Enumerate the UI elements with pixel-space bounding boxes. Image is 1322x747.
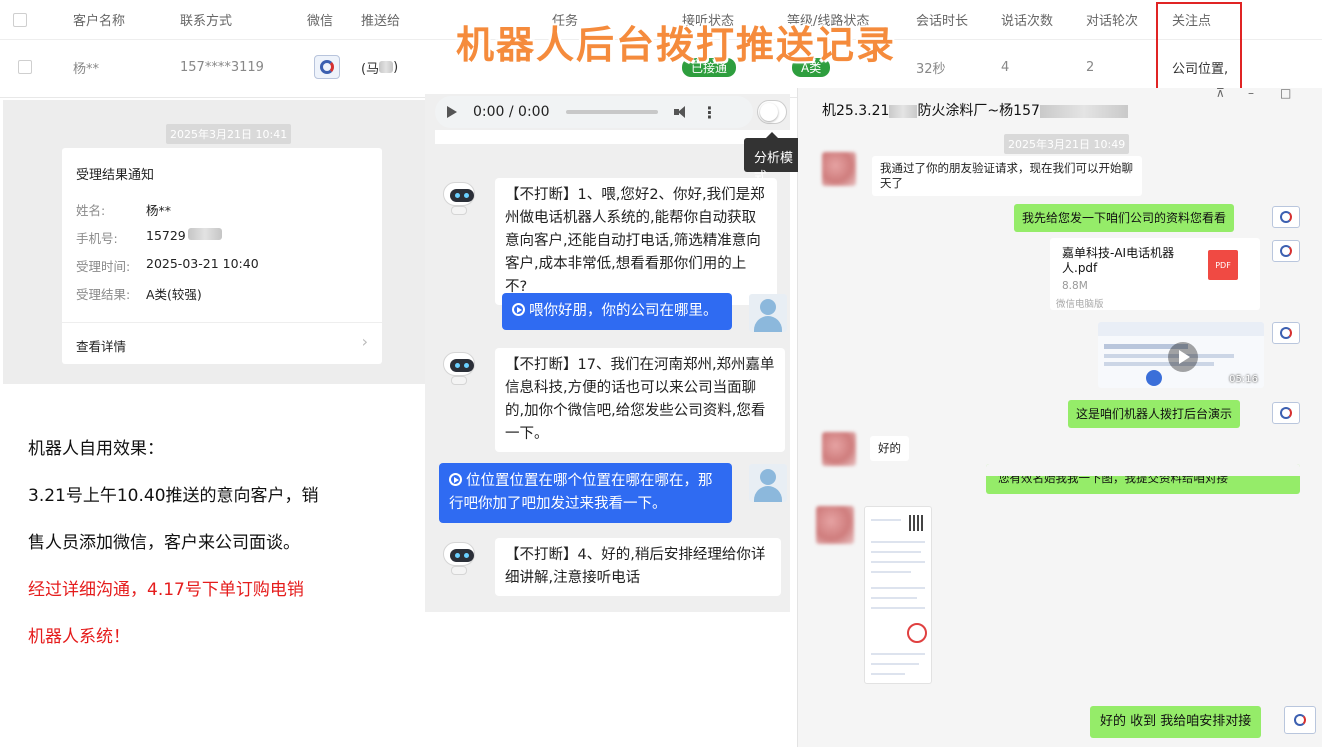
notification-timestamp: 2025年3月21日 10:41 <box>166 124 292 144</box>
audio-player[interactable]: 0:00 / 0:00 ⋮ <box>435 96 753 128</box>
document-image-message[interactable] <box>864 506 932 684</box>
minimize-icon[interactable]: – <box>1248 86 1254 100</box>
notification-panel: 2025年3月21日 10:41 受理结果通知 姓名: 杨** 手机号: 15729… <box>3 100 425 384</box>
play-icon[interactable] <box>447 106 457 118</box>
outgoing-message-2: 这是咱们机器人拨打后台演示 <box>1068 400 1241 428</box>
select-all-checkbox[interactable] <box>13 0 27 39</box>
analysis-mode-tooltip: 分析模式 <box>744 132 798 185</box>
pin-icon[interactable]: ⊼ <box>1216 86 1225 100</box>
user-message-2[interactable]: 位位置位置在哪个位置在哪在哪在，那行吧你加了吧加发过来我看一下。 <box>439 463 732 523</box>
play-voice-icon[interactable] <box>449 473 462 486</box>
robot-avatar-icon <box>441 180 477 216</box>
contact-avatar[interactable] <box>822 152 856 186</box>
col-push-to[interactable]: 推送给 <box>361 0 400 39</box>
effect-description: 机器人自用效果： 3.21号上午10.40推送的意向客户，销 售人员添加微信，客… <box>28 426 408 661</box>
robot-message-2: 【不打断】17、我们在河南郑州,郑州嘉单信息科技,方便的话也可以来公司当面聊的,… <box>495 348 785 452</box>
col-customer-name[interactable]: 客户名称 <box>73 0 125 39</box>
effect-line-4: 机器人系统！ <box>28 627 130 647</box>
col-wechat[interactable]: 微信 <box>307 0 333 39</box>
wechat-chat-window: 机25.3.21 防火涂料厂~杨157 ⊼ – □ 2025年3月21日 10:4… <box>797 86 1322 747</box>
speak-count-value: 4 <box>1001 59 1010 75</box>
chat-title-prefix: 机25.3.21 <box>822 103 890 119</box>
wechat-icon[interactable] <box>314 44 340 90</box>
push-to-tail: ) <box>393 59 399 75</box>
robot-message-3: 【不打断】4、好的,稍后安排经理给你详细讲解,注意接听电话 <box>495 538 781 596</box>
video-duration: 05:16 <box>1229 374 1258 385</box>
my-avatar[interactable] <box>1272 322 1300 344</box>
effect-line-1: 3.21号上午10.40推送的意向客户，销 <box>28 486 319 506</box>
my-avatar[interactable] <box>1272 206 1300 228</box>
push-to-label: (马 <box>361 61 380 77</box>
chevron-right-icon[interactable]: › <box>362 332 368 351</box>
my-avatar[interactable] <box>1284 706 1316 734</box>
field-phone: 手机号: 15729 <box>76 228 222 247</box>
customer-phone: 157****3119 <box>180 59 264 75</box>
user-message-1[interactable]: 喂你好朋，你的公司在哪里。 <box>502 293 732 330</box>
outgoing-message-overlapped: 您有效名始我我一下图，我提交资料给咱对接 <box>986 464 1300 494</box>
robot-avatar-icon <box>441 540 477 576</box>
push-to-value: (马) <box>361 44 398 90</box>
outgoing-message-1: 我先给您发一下咱们公司的资料您看看 <box>1014 204 1235 232</box>
field-name: 姓名: 杨** <box>76 203 172 218</box>
page-banner-title: 机器人后台拨打推送记录 <box>456 25 897 67</box>
card-divider <box>62 322 382 323</box>
user-avatar-icon <box>749 464 787 502</box>
field-result: 受理结果: A类(较强) <box>76 287 202 302</box>
duration-value: 32秒 <box>916 61 946 77</box>
outgoing-message-3: 好的 收到 我给咱安排对接 <box>1090 706 1262 738</box>
result-notice-card[interactable]: 受理结果通知 姓名: 杨** 手机号: 15729 受理时间: 2025-03-21 … <box>62 148 382 364</box>
play-voice-icon[interactable] <box>512 303 525 316</box>
audio-progress[interactable] <box>565 110 658 114</box>
file-size: 8.8M <box>1062 280 1088 292</box>
file-source: 微信电脑版 <box>1056 299 1104 310</box>
audio-time: 0:00 / 0:00 <box>473 104 550 120</box>
chat-timestamp: 2025年3月21日 10:49 <box>1004 134 1130 154</box>
contact-avatar[interactable] <box>822 432 856 466</box>
card-title: 受理结果通知 <box>76 168 155 183</box>
incoming-message-2: 好的 <box>870 436 909 461</box>
call-transcript-panel: 0:00 / 0:00 ⋮ 【不打断】1、喂,您好2、你好,我们是郑州做电话机器… <box>425 94 790 612</box>
more-options-icon[interactable]: ⋮ <box>702 103 718 122</box>
col-contact[interactable]: 联系方式 <box>180 0 232 39</box>
chat-title: 机25.3.21 防火涂料厂~杨157 <box>822 100 1128 120</box>
video-message[interactable]: 05:16 <box>1098 322 1264 388</box>
customer-name: 杨** <box>73 61 100 77</box>
col-duration[interactable]: 会话时长 <box>916 0 968 39</box>
chat-title-mid: 防火涂料厂~杨157 <box>917 103 1040 119</box>
maximize-icon[interactable]: □ <box>1280 86 1291 100</box>
focus-highlight-box <box>1156 2 1242 92</box>
contact-avatar[interactable] <box>816 506 854 544</box>
video-play-icon[interactable] <box>1168 342 1198 372</box>
rounds-value: 2 <box>1086 59 1095 75</box>
effect-line-2: 售人员添加微信，客户来公司面谈。 <box>28 533 300 553</box>
incoming-message-1: 我通过了你的朋友验证请求，现在我们可以开始聊天了 <box>872 156 1142 196</box>
file-name: 嘉单科技-AI电话机器人.pdf <box>1062 246 1175 275</box>
robot-message-1: 【不打断】1、喂,您好2、你好,我们是郑州做电话机器人系统的,能帮你自动获取意向… <box>495 178 777 305</box>
effect-title: 机器人自用效果： <box>28 439 164 459</box>
analysis-mode-toggle[interactable] <box>757 100 787 124</box>
col-rounds[interactable]: 对话轮次 <box>1086 0 1138 39</box>
user-avatar-icon <box>749 294 787 332</box>
view-details-link[interactable]: 查看详情 <box>76 336 126 355</box>
my-avatar[interactable] <box>1272 240 1300 262</box>
effect-line-3: 经过详细沟通，4.17号下单订购电销 <box>28 580 304 600</box>
my-avatar[interactable] <box>1272 402 1300 424</box>
col-speak-count[interactable]: 说话次数 <box>1001 0 1053 39</box>
robot-avatar-icon <box>441 350 477 386</box>
volume-icon[interactable] <box>673 105 690 119</box>
field-time: 受理时间: 2025-03-21 10:40 <box>76 256 259 274</box>
pdf-file-icon: PDF <box>1208 250 1238 280</box>
row-checkbox[interactable] <box>18 44 32 90</box>
